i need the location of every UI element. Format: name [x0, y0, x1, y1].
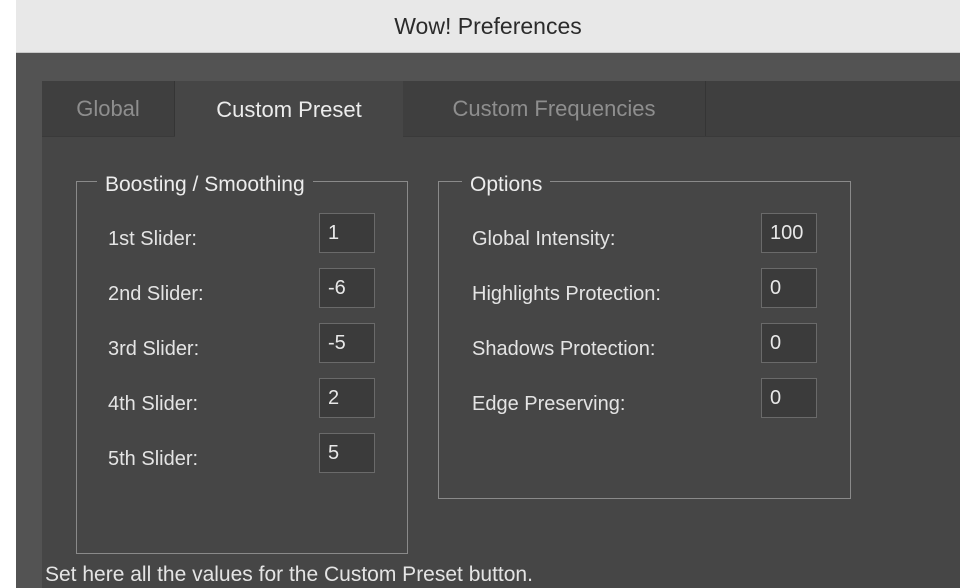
tab-bar: Global Custom Preset Custom Frequencies: [42, 81, 960, 138]
slider-2-label: 2nd Slider:: [108, 283, 204, 305]
global-intensity-input[interactable]: [761, 213, 817, 253]
slider-3-input[interactable]: [319, 323, 375, 363]
edge-preserving-input[interactable]: [761, 378, 817, 418]
shadows-protection-input[interactable]: [761, 323, 817, 363]
options-title: Options: [462, 171, 551, 199]
tab-custom-frequencies-label: Custom Frequencies: [452, 95, 656, 121]
tab-global-label: Global: [76, 95, 140, 121]
global-intensity-label: Global Intensity:: [472, 228, 616, 250]
slider-4-label: 4th Slider:: [108, 393, 199, 415]
tab-custom-preset[interactable]: Custom Preset: [175, 81, 403, 138]
tab-global[interactable]: Global: [42, 81, 175, 136]
boosting-smoothing-title: Boosting / Smoothing: [97, 171, 313, 199]
slider-2-input[interactable]: [319, 268, 375, 308]
highlights-protection-input[interactable]: [761, 268, 817, 308]
highlights-protection-label: Highlights Protection:: [472, 283, 661, 305]
edge-preserving-label: Edge Preserving:: [472, 393, 626, 415]
slider-5-input[interactable]: [319, 433, 375, 473]
slider-4-input[interactable]: [319, 378, 375, 418]
window-title: Wow! Preferences: [394, 12, 582, 39]
slider-3-label: 3rd Slider:: [108, 338, 200, 360]
slider-1-label: 1st Slider:: [108, 228, 197, 250]
shadows-protection-label: Shadows Protection:: [472, 338, 656, 360]
tab-custom-preset-label: Custom Preset: [216, 96, 362, 122]
slider-1-input[interactable]: [319, 213, 375, 253]
tab-custom-frequencies[interactable]: Custom Frequencies: [403, 81, 706, 136]
window-title-bar: Wow! Preferences: [16, 0, 960, 53]
slider-5-label: 5th Slider:: [108, 448, 199, 470]
footer-help-text: Set here all the values for the Custom P…: [45, 563, 533, 586]
